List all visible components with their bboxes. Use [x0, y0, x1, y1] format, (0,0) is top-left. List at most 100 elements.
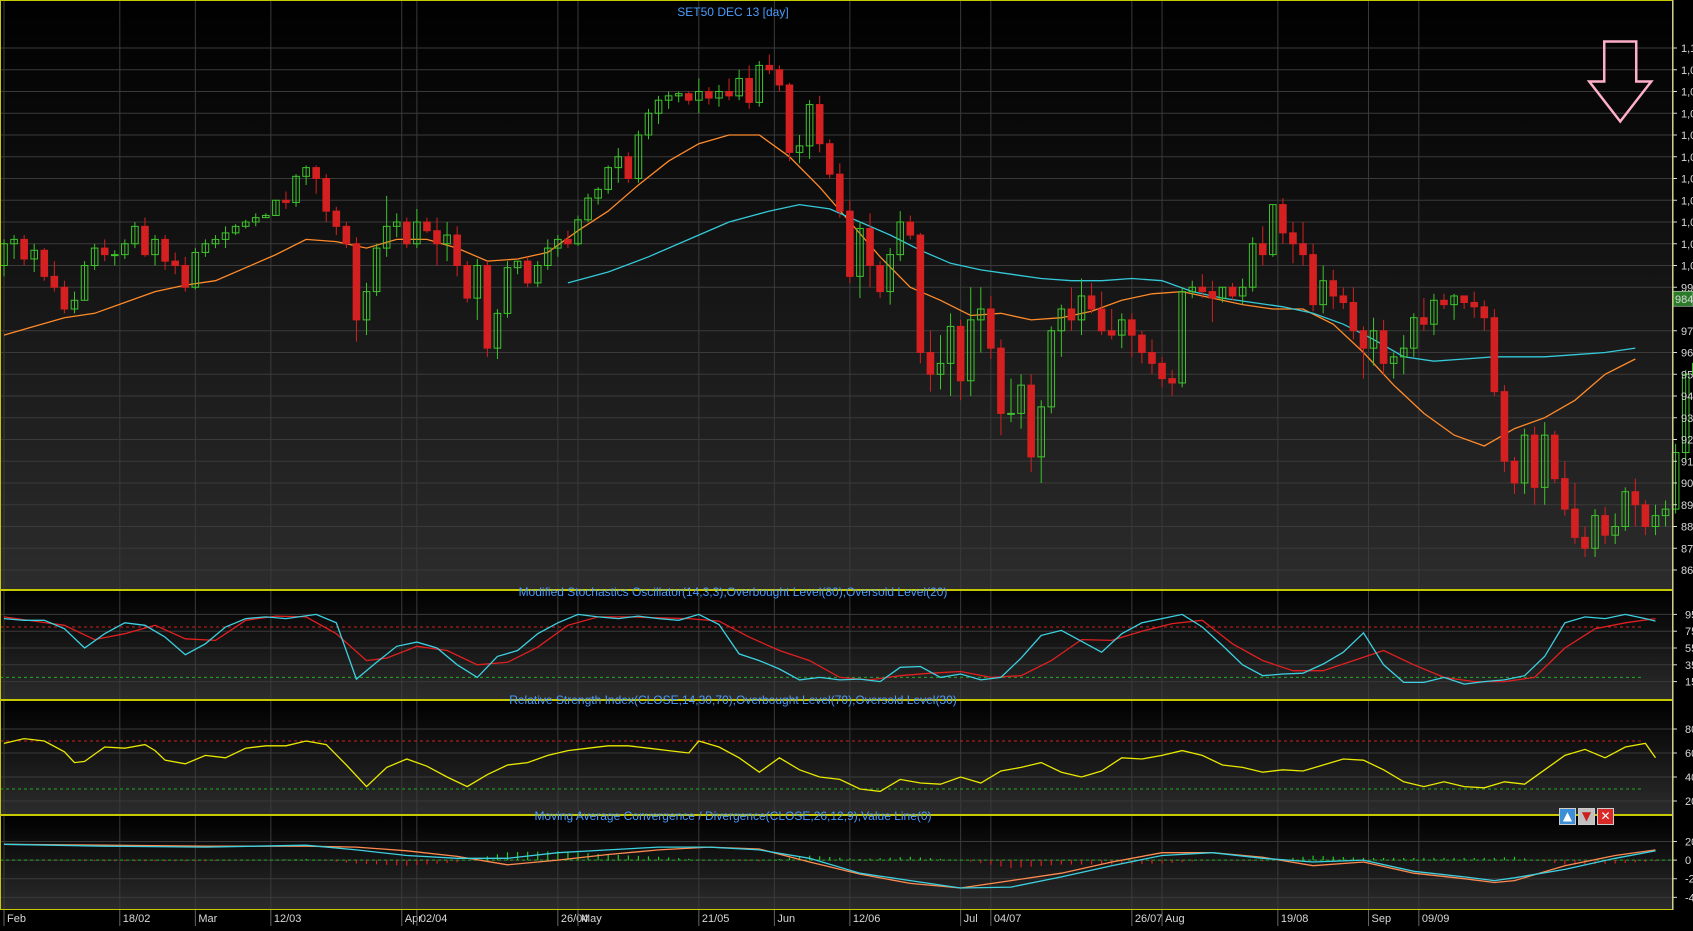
candle-down	[1299, 243, 1307, 256]
price-tick-label: 1,020	[1681, 217, 1693, 229]
rsi-tick-label: 40	[1685, 772, 1693, 784]
price-tick-label: 1,040	[1681, 174, 1693, 186]
price-tick-label: 860	[1681, 565, 1693, 577]
candle-down	[1440, 299, 1448, 306]
candle-up	[110, 254, 119, 257]
candle-down	[745, 77, 753, 103]
price-tick-label: 940	[1681, 391, 1693, 403]
rsi-tick-label: 80	[1685, 724, 1693, 736]
candle-down	[1198, 286, 1207, 293]
date-label: Feb	[7, 913, 26, 925]
stoch-tick-label: 15	[1685, 677, 1693, 689]
candle-down	[926, 352, 935, 375]
candle-down	[1107, 330, 1116, 336]
candle-up	[1007, 412, 1015, 415]
date-label: Mar	[198, 913, 217, 925]
move-down-button[interactable]: ▼	[1578, 808, 1595, 825]
stoch-tick-label: 55	[1685, 643, 1693, 655]
date-label: Aug	[1165, 913, 1185, 925]
candle-down	[483, 265, 492, 349]
date-label: 12/06	[853, 913, 881, 925]
candle-down	[1067, 308, 1076, 321]
price-tick-label: 920	[1681, 435, 1693, 447]
candle-down	[342, 225, 351, 245]
candle-down	[765, 64, 774, 71]
candle-down	[836, 173, 844, 212]
candle-down	[684, 93, 693, 101]
price-tick-label: 1,010	[1681, 239, 1693, 251]
stoch-pane-bg	[0, 590, 1673, 700]
candle-down	[1379, 330, 1388, 364]
price-tick-label: 890	[1681, 500, 1693, 512]
candle-down	[171, 260, 179, 266]
candle-down	[1148, 352, 1156, 364]
date-label: 04/07	[994, 913, 1022, 925]
candle-down	[1289, 232, 1297, 245]
candle-down	[1258, 243, 1267, 256]
candle-down	[20, 238, 28, 260]
candle-down	[906, 221, 915, 236]
candle-down	[916, 234, 925, 353]
price-tick-label: 960	[1681, 348, 1693, 360]
candle-down	[1561, 478, 1569, 510]
candle-down	[181, 265, 190, 288]
candle-down	[1470, 301, 1479, 308]
candle-down	[1309, 254, 1317, 306]
candle-down	[1138, 334, 1146, 354]
stoch-tick-label: 95	[1685, 609, 1693, 621]
macd-tick-label: 20	[1685, 837, 1693, 849]
stoch-tick-label: 35	[1685, 660, 1693, 672]
macd-title: Moving Average Convergence / Divergence(…	[534, 809, 931, 823]
candle-down	[564, 238, 572, 245]
candle-down	[312, 167, 320, 179]
candle-down	[1097, 308, 1106, 332]
date-label: Sep	[1371, 913, 1391, 925]
candle-down	[1329, 280, 1338, 297]
candle-down	[1168, 378, 1176, 384]
candle-down	[705, 91, 713, 99]
candle-down	[1500, 391, 1509, 462]
candle-down	[433, 230, 441, 245]
candle-down	[322, 178, 331, 212]
candle-down	[1359, 330, 1368, 349]
candle-down	[453, 234, 461, 267]
candle-down	[282, 199, 290, 203]
candle-down	[1208, 291, 1217, 299]
price-tick-label: 1,080	[1681, 87, 1693, 99]
price-tick-label: 1,000	[1681, 261, 1693, 273]
candle-down	[1581, 536, 1589, 549]
chart-area: 1,100 1,090 1,080 1,070 1,060 1,050 1,040 1,030…	[0, 0, 1693, 926]
date-label: 26/07	[1135, 913, 1163, 925]
move-up-button[interactable]: ▲	[1559, 808, 1576, 825]
candle-down	[141, 225, 149, 256]
macd-tick-label: 0	[1685, 855, 1691, 867]
price-tick-label: 970	[1681, 326, 1693, 338]
date-label: 21/05	[702, 913, 730, 925]
candle-down	[40, 249, 49, 277]
price-tick-label: 1,100	[1681, 43, 1693, 55]
price-tick-label: 1,060	[1681, 130, 1693, 142]
candle-down	[1128, 319, 1136, 336]
date-label: 18/02	[123, 913, 151, 925]
macd-pane-bg	[0, 815, 1673, 910]
date-label: Jul	[964, 913, 978, 925]
candle-down	[1550, 434, 1559, 480]
candle-down	[1027, 384, 1035, 458]
candle-down	[876, 265, 884, 293]
price-tick-label: 870	[1681, 543, 1693, 555]
price-tick-label: 1,050	[1681, 152, 1693, 164]
candle-down	[1420, 317, 1428, 325]
price-tick-label: 930	[1681, 413, 1693, 425]
close-panel-button[interactable]: ✕	[1597, 808, 1614, 825]
candle-down	[825, 143, 834, 175]
candle-down	[846, 210, 854, 277]
price-tick-label: 1,090	[1681, 65, 1693, 77]
price-pane-bg	[0, 0, 1673, 590]
rsi-title: Relative Strength Index(CLOSE,14,30,70),…	[509, 693, 957, 707]
candle-down	[1349, 301, 1358, 332]
date-label: 09/09	[1422, 913, 1450, 925]
date-label: May	[581, 913, 602, 925]
candle-down	[161, 238, 169, 262]
price-tick-label: 1,030	[1681, 195, 1693, 207]
candle-down	[866, 228, 874, 266]
